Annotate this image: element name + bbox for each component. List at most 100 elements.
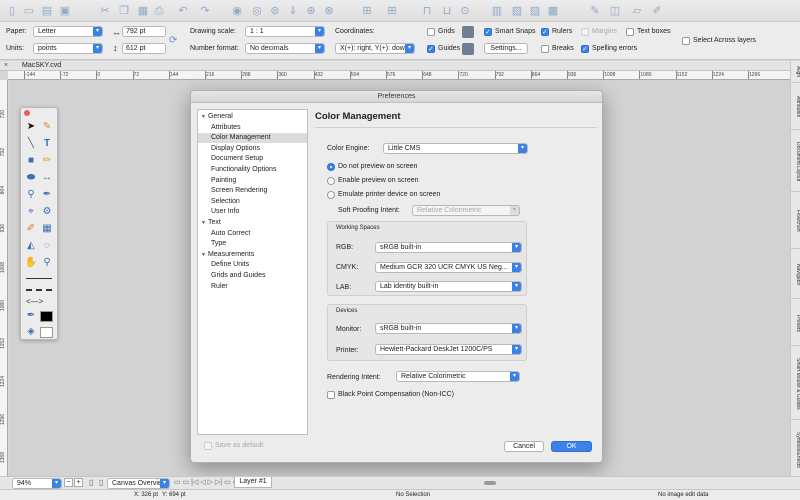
horizontal-ruler[interactable]: -144 -72 0 72 144 216 288 360 432 504 576 648 720 792… [8, 71, 790, 80]
ellipse-tool-icon[interactable]: ⬬ [24, 171, 38, 185]
print-icon[interactable]: ⎙ [152, 4, 166, 18]
grid-settings-icon[interactable] [462, 26, 474, 38]
save-as-icon[interactable]: ▤ [40, 4, 54, 18]
rgb-select[interactable]: sRGB built-in ▾ [375, 242, 522, 253]
transform-icon[interactable]: ▨ [528, 4, 542, 18]
layers-icon[interactable]: ◉ [230, 4, 244, 18]
tree-item[interactable]: Ruler [198, 282, 307, 292]
scissors-icon[interactable]: ✂ [98, 4, 112, 18]
undo-icon[interactable]: ↶ [176, 4, 190, 18]
vertical-ruler[interactable]: 720 792 864 936 1008 1080 1152 1224 1296 1368 [0, 80, 8, 476]
eyedropper-tool-icon[interactable]: ⚲ [24, 188, 38, 202]
paste-icon[interactable]: ▦ [136, 4, 150, 18]
text-tool-icon[interactable]: ✎ [588, 4, 602, 18]
cmyk-select[interactable]: Medium GCR 320 UCR CMYK US Neg... ▾ [375, 262, 522, 273]
tree-item[interactable]: Auto Correct [198, 229, 307, 239]
tree-item[interactable]: Color Management [198, 133, 307, 144]
settings-button[interactable]: Settings... [484, 43, 528, 54]
dimension-tool-icon[interactable]: ↔ [40, 171, 54, 185]
save-icon[interactable]: ▣ [58, 4, 72, 18]
printer-select[interactable]: Hewlett-Packard DeskJet 1200C/PS ▾ [375, 344, 522, 355]
no-preview-radio[interactable] [327, 163, 335, 171]
side-tab[interactable]: Presets [791, 301, 800, 346]
spelling-checkbox[interactable] [581, 45, 589, 53]
cancel-button[interactable]: Cancel [504, 441, 544, 452]
breaks-checkbox[interactable] [541, 45, 549, 53]
layers-down-icon[interactable]: ◎ [250, 4, 264, 18]
pencil-tool-icon[interactable]: ✏ [40, 154, 54, 168]
hand-tool-icon[interactable]: ✋ [24, 256, 38, 270]
close-palette-icon[interactable] [24, 110, 30, 116]
units-select[interactable]: points ▾ [33, 43, 103, 54]
side-tab[interactable]: Attributes [791, 85, 800, 130]
fill-color-swatch[interactable] [40, 327, 53, 338]
tree-item[interactable]: Selection [198, 197, 307, 207]
zoom-select[interactable]: 94% ▾ [12, 478, 62, 489]
guides-checkbox[interactable] [427, 45, 435, 53]
pen-icon[interactable]: ✐ [650, 4, 664, 18]
lock-icon[interactable]: ⊓ [420, 4, 434, 18]
copy-icon[interactable]: ❐ [117, 4, 131, 18]
group-icon[interactable]: ⊕ [304, 4, 318, 18]
zoom-in-icon[interactable]: + [74, 478, 83, 487]
spread-icon[interactable]: ▯ [99, 478, 103, 487]
unlock-icon[interactable]: ⊔ [440, 4, 454, 18]
horizontal-scroll-thumb[interactable] [484, 481, 496, 485]
image-tool-icon[interactable]: ▦ [40, 222, 54, 236]
stroke-color-icon[interactable]: ✒ [24, 309, 38, 323]
emulate-printer-radio[interactable] [327, 191, 335, 199]
shapes-icon[interactable]: ◫ [608, 4, 622, 18]
black-point-checkbox[interactable] [327, 391, 335, 399]
monitor-select[interactable]: sRGB built-in ▾ [375, 323, 522, 334]
tree-item[interactable]: Define Units [198, 260, 307, 270]
ok-button[interactable]: OK [551, 441, 592, 452]
rendering-intent-select[interactable]: Relative Colorimetric ▾ [396, 371, 520, 382]
enable-preview-radio[interactable] [327, 177, 335, 185]
download-icon[interactable]: ⇓ [286, 4, 300, 18]
zoom-tool-icon[interactable]: ⚲ [40, 256, 54, 270]
width-field[interactable]: 792 pt [122, 26, 166, 37]
layer-tab[interactable]: Layer #1 [234, 477, 272, 488]
align-icon[interactable]: ▥ [490, 4, 504, 18]
new-document-icon[interactable]: ▯ [5, 4, 19, 18]
grid-icon[interactable]: ⊞ [360, 4, 374, 18]
tree-group[interactable]: General [198, 112, 307, 122]
lasso-tool-icon[interactable]: ◌ [40, 239, 54, 253]
drawing-scale-select[interactable]: 1 : 1 ▾ [245, 26, 325, 37]
side-tab[interactable]: Align [791, 61, 800, 83]
number-format-select[interactable]: No decimals ▾ [245, 43, 325, 54]
document-tab[interactable]: MacSKY.cvd [22, 62, 61, 69]
text-tool-icon[interactable]: T [40, 137, 54, 151]
grids-checkbox[interactable] [427, 28, 435, 36]
tree-item[interactable]: User Info [198, 207, 307, 217]
side-tab[interactable]: Navigator [791, 251, 800, 299]
tree-group[interactable]: Text [198, 218, 307, 228]
tree-item[interactable]: Type [198, 239, 307, 249]
side-tab[interactable]: Document Layout [791, 132, 800, 192]
line-style-dashed[interactable] [26, 289, 52, 291]
page-icon[interactable]: ▯ [89, 478, 93, 487]
redo-icon[interactable]: ↷ [198, 4, 212, 18]
open-icon[interactable]: ▭ [22, 4, 36, 18]
arrow-style-icon[interactable]: <—> [26, 297, 43, 306]
pipette-tool-icon[interactable]: ✒ [40, 188, 54, 202]
fill-bucket-icon[interactable]: ◈ [24, 325, 38, 339]
side-tab[interactable]: Flowchart [791, 194, 800, 249]
zoom-out-icon[interactable]: − [64, 478, 73, 487]
orientation-icon[interactable]: ⟳ [169, 35, 177, 46]
line-style-solid[interactable] [26, 278, 52, 279]
close-tab-icon[interactable]: × [4, 62, 8, 69]
smart-snaps-checkbox[interactable] [484, 28, 492, 36]
coordinates-select[interactable]: X(+): right, Y(+): down ▾ [335, 43, 415, 54]
tree-item[interactable]: Painting [198, 176, 307, 186]
tree-item[interactable]: Attributes [198, 123, 307, 133]
tree-group[interactable]: Measurements [198, 250, 307, 260]
height-field[interactable]: 612 pt [122, 43, 166, 54]
stamp-tool-icon[interactable]: ⚙ [40, 205, 54, 219]
select-across-checkbox[interactable] [682, 37, 690, 45]
hide-icon[interactable]: ⊙ [458, 4, 472, 18]
stroke-color-swatch[interactable] [40, 311, 53, 322]
page-nav-icon[interactable]: ▭ ▭ |◁ ◁ ▷ ▷| ▭ ▭ [174, 478, 239, 486]
distribute-icon[interactable]: ▧ [510, 4, 524, 18]
brush-tool-icon[interactable]: ✎ [40, 120, 54, 134]
